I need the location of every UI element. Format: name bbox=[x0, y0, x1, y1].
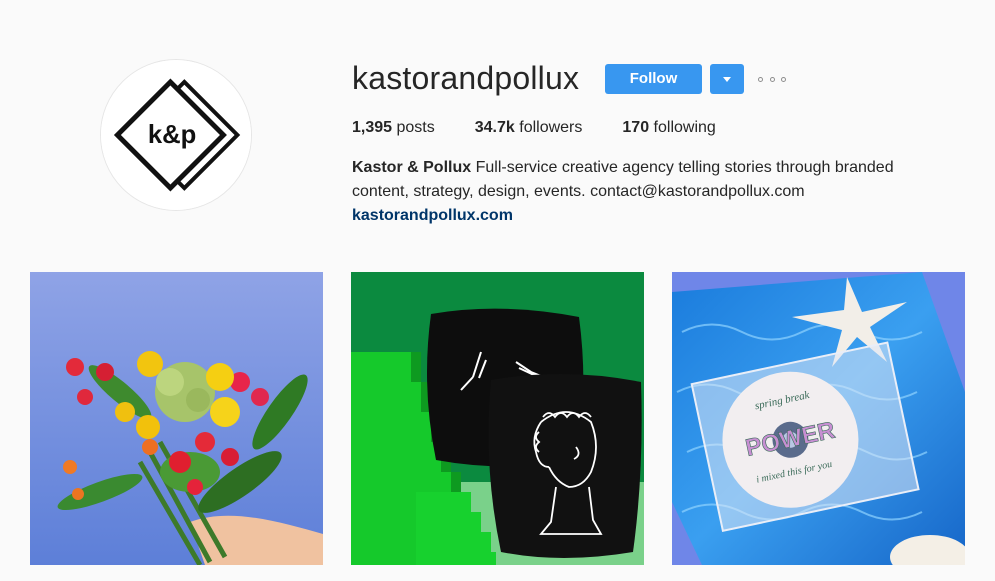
cd-on-water-photo: spring break POWER i mixed this for you bbox=[672, 272, 965, 565]
chevron-down-icon bbox=[723, 76, 731, 82]
flower-bouquet-photo bbox=[30, 272, 323, 565]
avatar-logo-text: k&p bbox=[148, 121, 196, 149]
bio-full-name: Kastor & Pollux bbox=[352, 159, 472, 176]
more-options-icon[interactable] bbox=[758, 73, 786, 85]
bio-website-link[interactable]: kastorandpollux.com bbox=[352, 204, 942, 228]
posts-count: 1,395 posts bbox=[352, 119, 435, 136]
suggestions-dropdown-button[interactable] bbox=[710, 64, 744, 94]
following-count[interactable]: 170 following bbox=[622, 118, 715, 138]
black-pillows-photo bbox=[351, 272, 644, 565]
profile-avatar[interactable]: k&p bbox=[100, 59, 252, 211]
profile-stats: 1,395 posts 34.7k followers 170 followin… bbox=[352, 118, 756, 138]
kp-logo: k&p bbox=[101, 60, 251, 210]
profile-username: kastorandpollux bbox=[352, 60, 580, 96]
profile-bio: Kastor & Pollux Full-service creative ag… bbox=[352, 156, 942, 228]
follow-button[interactable]: Follow bbox=[605, 64, 702, 94]
followers-count[interactable]: 34.7k followers bbox=[475, 118, 583, 138]
post-thumbnail[interactable] bbox=[30, 272, 323, 565]
post-thumbnail[interactable] bbox=[351, 272, 644, 565]
post-thumbnail[interactable]: spring break POWER i mixed this for you bbox=[672, 272, 965, 565]
